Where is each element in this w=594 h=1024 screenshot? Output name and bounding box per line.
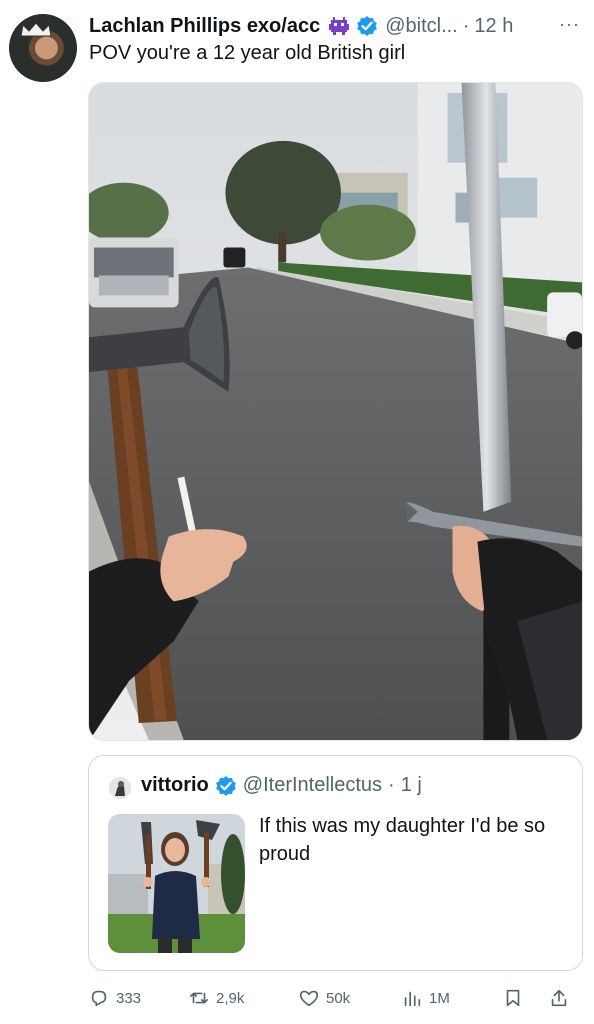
quote-timestamp[interactable]: 1 j [401,774,422,797]
crown-icon [19,22,53,38]
like-button[interactable]: 50k [298,984,350,1012]
quote-author-avatar[interactable] [109,777,131,799]
reply-button[interactable]: 333 [88,984,141,1012]
share-icon [551,989,567,1007]
alien-monster-icon [329,17,350,35]
bookmark-icon [506,989,520,1007]
verified-badge-icon [357,16,378,36]
views-count: 1M [429,989,450,1007]
tweet-header: Lachlan Phillips exo/acc @bitcl... · 12 … [89,12,582,40]
retweet-count: 2,9k [216,989,245,1007]
views-button[interactable]: 1M [401,984,450,1012]
bookmark-button[interactable] [502,984,530,1012]
tweet-photo[interactable] [88,82,583,741]
separator-dot: · [388,774,395,796]
verified-badge-icon [215,775,236,796]
quote-photo[interactable] [108,814,245,953]
separator-dot: · [462,14,470,37]
author-handle[interactable]: @bitcl... [385,15,458,38]
heart-icon [299,990,319,1007]
retweet-button[interactable]: 2,9k [188,984,244,1012]
quote-author-handle[interactable]: @IterIntellectus [243,774,382,797]
action-bar: 333 2,9k 50k 1M [88,984,583,1012]
views-chart-icon [404,991,421,1007]
tweet-timestamp[interactable]: 12 h [474,15,513,38]
reply-count: 333 [116,989,142,1007]
share-button[interactable] [548,984,576,1012]
quote-author-name[interactable]: vittorio [141,774,209,797]
retweet-icon [189,992,209,1004]
author-avatar[interactable] [9,14,77,82]
quote-text: If this was my daughter I'd be so proud [259,815,546,865]
tweet-text: POV you're a 12 year old British girl [89,42,406,64]
reply-icon [91,990,107,1007]
more-options-icon[interactable]: ··· [559,14,580,35]
quoted-tweet[interactable]: vittorio @IterIntellectus · 1 j If this … [88,755,583,971]
author-name[interactable]: Lachlan Phillips exo/acc [89,15,320,38]
like-count: 50k [326,989,351,1007]
quote-header: vittorio @IterIntellectus · 1 j [141,774,422,797]
